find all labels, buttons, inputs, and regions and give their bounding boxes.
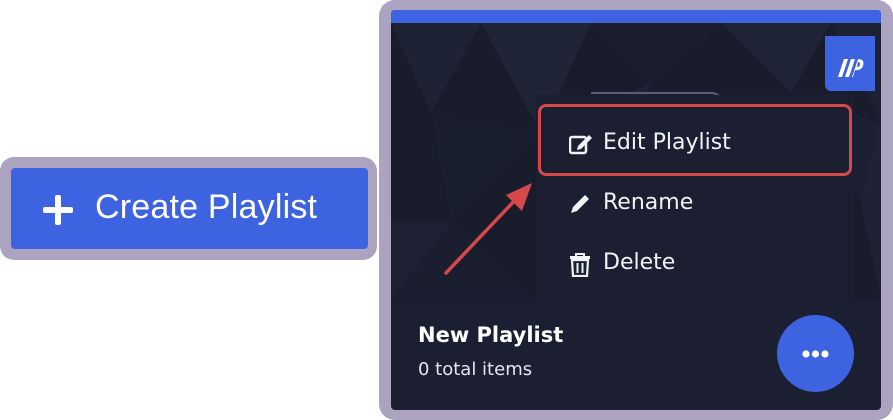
- create-playlist-highlight: Create Playlist: [0, 157, 377, 260]
- brand-badge: [825, 36, 875, 91]
- plus-icon: [43, 195, 73, 225]
- menu-item-edit-label: Edit Playlist: [603, 130, 731, 155]
- brand-logo-icon: [838, 59, 864, 77]
- edit-icon: [569, 135, 592, 155]
- menu-item-delete-label: Delete: [603, 250, 676, 275]
- create-playlist-button[interactable]: Create Playlist: [11, 168, 368, 249]
- menu-item-delete[interactable]: Delete: [536, 236, 854, 292]
- ellipsis-icon: [802, 350, 829, 358]
- pencil-icon: [571, 195, 589, 213]
- card-top-bar: [391, 10, 881, 23]
- more-options-button[interactable]: [777, 315, 854, 392]
- playlist-title: New Playlist: [418, 323, 564, 347]
- context-menu: Edit Playlist Rename Delete: [536, 95, 854, 300]
- trash-icon: [570, 253, 590, 277]
- playlist-item-count: 0 total items: [418, 359, 533, 380]
- menu-item-rename[interactable]: Rename: [536, 176, 854, 232]
- menu-item-rename-label: Rename: [603, 190, 694, 215]
- menu-item-edit-playlist[interactable]: Edit Playlist: [536, 116, 854, 172]
- create-playlist-label: Create Playlist: [95, 188, 318, 226]
